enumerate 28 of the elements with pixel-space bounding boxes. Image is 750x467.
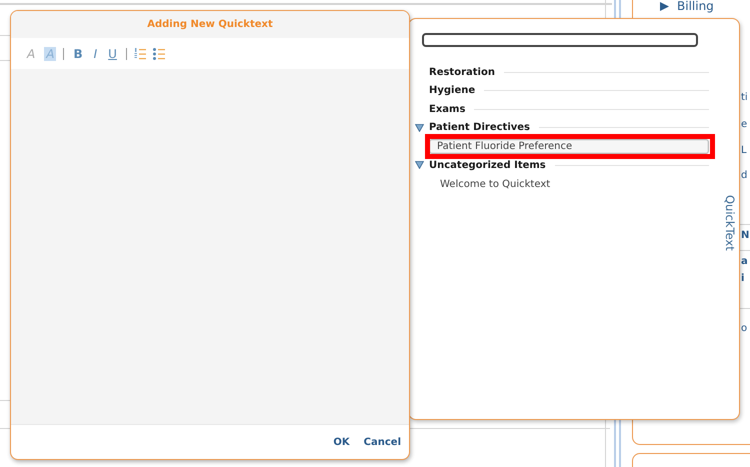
dialog-title: Adding New Quicktext — [147, 19, 273, 30]
dialog-button[interactable]: OK — [333, 436, 350, 448]
background-text: a — [741, 256, 748, 267]
quicktext-item[interactable]: Welcome to Quicktext — [433, 178, 558, 190]
expand-triangle-icon[interactable] — [415, 161, 424, 170]
category-label[interactable]: Patient Directives — [429, 122, 530, 134]
category-label[interactable]: Exams — [429, 104, 466, 115]
bullet-list-icon[interactable] — [152, 48, 165, 60]
bold-button[interactable]: B — [71, 46, 85, 60]
expand-triangle-icon[interactable] — [415, 124, 424, 132]
quicktext-item[interactable]: Patient Fluoride Preference — [429, 139, 709, 154]
background-text: L — [741, 145, 747, 156]
nav-item[interactable]: Billing — [660, 0, 714, 13]
background-text: d — [741, 170, 748, 181]
italic-button[interactable]: I — [92, 46, 100, 60]
triangle-icon — [660, 2, 669, 10]
category-label[interactable]: Uncategorized Items — [429, 160, 546, 171]
underline-button[interactable]: U — [106, 46, 119, 60]
background-text: o — [741, 323, 748, 334]
background-text: e — [741, 119, 748, 130]
category-label[interactable]: Hygiene — [429, 85, 476, 96]
search-field[interactable] — [422, 33, 698, 47]
category-label[interactable]: Restoration — [429, 66, 495, 78]
background-text: i — [741, 273, 744, 284]
panel-tab[interactable]: QuickText — [723, 195, 737, 251]
background-text: N — [741, 230, 750, 241]
dialog-button[interactable]: Cancel — [364, 436, 401, 448]
background-text: ti — [741, 92, 748, 103]
